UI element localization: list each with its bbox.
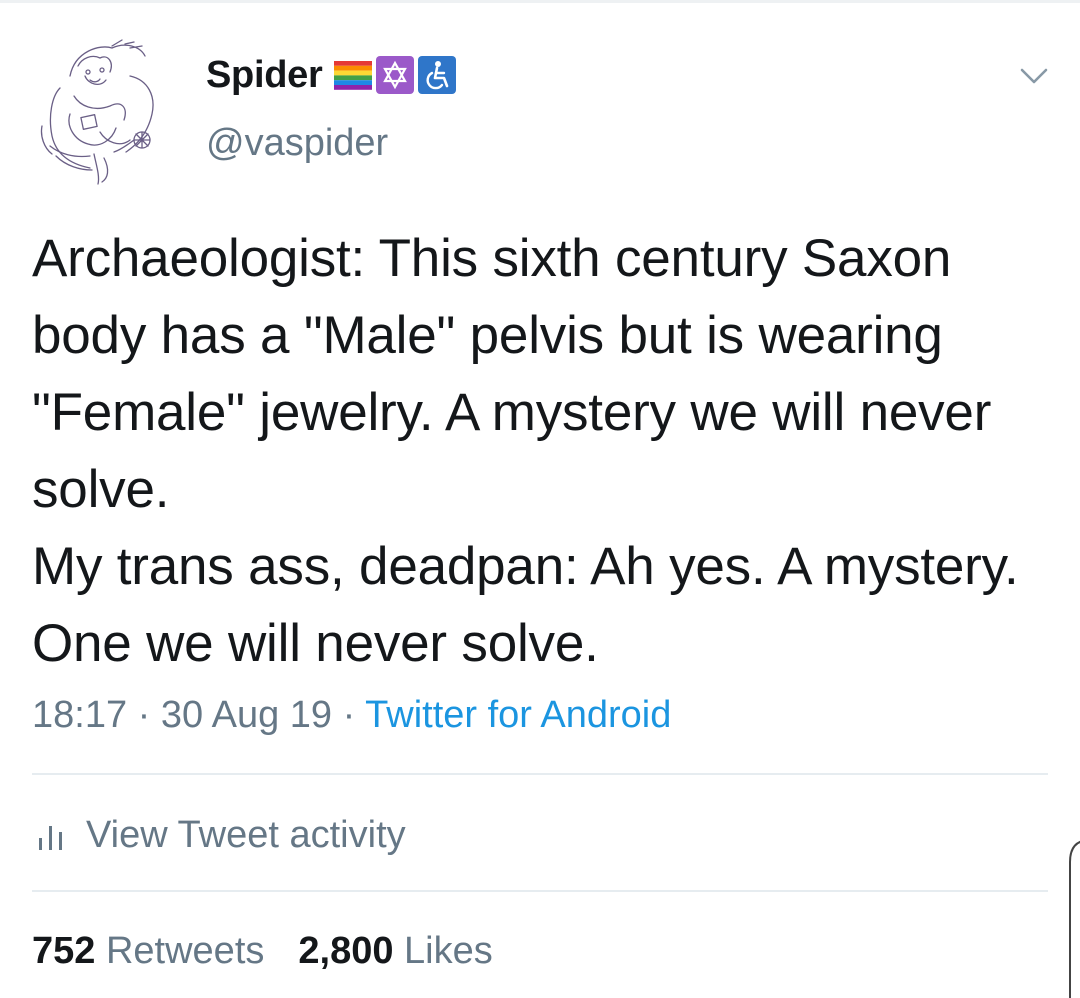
name-badges [334, 56, 457, 94]
likes-count: 2,800 [298, 930, 394, 972]
display-name[interactable]: Spider [206, 52, 323, 98]
likes-label: Likes [404, 930, 493, 972]
display-name-row[interactable]: Spider [206, 52, 457, 98]
wheelchair-icon [418, 56, 457, 94]
top-divider [0, 0, 1080, 3]
tweet-time: 18:17 [32, 694, 128, 736]
tweet-source-link[interactable]: Twitter for Android [365, 694, 671, 736]
divider [32, 773, 1048, 775]
tweet-text: Archaeologist: This sixth century Saxon … [32, 229, 1019, 673]
meta-separator: · [342, 694, 356, 736]
retweets-label: Retweets [105, 930, 265, 972]
tweet-detail-screen: Spider @vaspider Archaeologist: This six… [0, 0, 1080, 998]
view-tweet-activity-label: View Tweet activity [86, 814, 406, 856]
rainbow-flag-icon [334, 61, 373, 90]
tweet-metadata: 18:17 · 30 Aug 19 · Twitter for Android [32, 690, 671, 740]
bar-chart-icon [39, 826, 62, 850]
overlay-card-edge [1069, 840, 1080, 998]
meta-separator: · [137, 694, 151, 736]
retweets-count: 752 [32, 930, 96, 972]
divider [32, 890, 1048, 892]
username[interactable]: @vaspider [206, 120, 388, 166]
tweet-date: 30 Aug 19 [160, 694, 333, 736]
star-of-david-icon [376, 56, 415, 94]
likes-stat[interactable]: 2,800 Likes [298, 930, 492, 972]
avatar[interactable] [30, 36, 180, 186]
chevron-down-icon[interactable] [1016, 60, 1052, 90]
retweets-stat[interactable]: 752 Retweets [32, 930, 264, 972]
view-tweet-activity-button[interactable]: View Tweet activity [36, 810, 406, 860]
tweet-stats: 752 Retweets 2,800 Likes [32, 926, 493, 976]
